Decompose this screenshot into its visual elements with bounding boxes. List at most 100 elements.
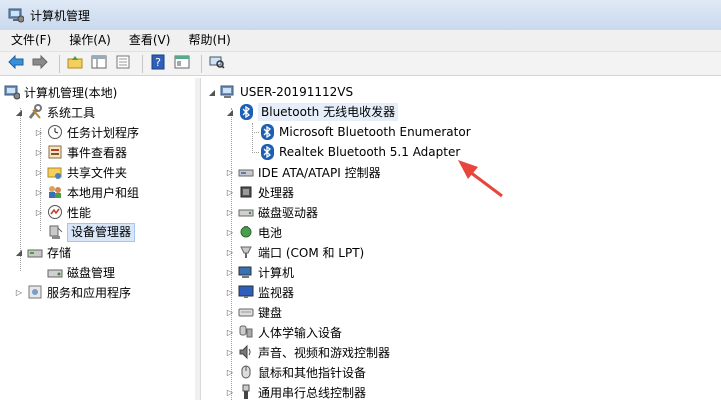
tree-item-root-computer[interactable]: ◢ USER-20191112VS	[207, 82, 353, 102]
collapse-icon[interactable]: ◢	[14, 242, 24, 262]
tree-item-label: 端口 (COM 和 LPT)	[258, 245, 365, 260]
menu-action[interactable]: 操作(A)	[62, 30, 118, 51]
expand-icon[interactable]: ▷	[34, 122, 44, 142]
window-title: 计算机管理	[30, 8, 91, 23]
expand-icon[interactable]: ▷	[34, 202, 44, 222]
tree-item-shared-folders[interactable]: ▷ 共享文件夹	[34, 162, 127, 182]
forward-button[interactable]	[30, 54, 50, 74]
tree-item-ports[interactable]: ▷ 端口 (COM 和 LPT)	[225, 242, 364, 262]
computer-management-icon	[4, 84, 20, 100]
tree-item-computer[interactable]: ▷ 计算机	[225, 262, 294, 282]
users-icon	[47, 184, 63, 200]
tree-item-mice[interactable]: ▷ 鼠标和其他指针设备	[225, 362, 366, 382]
tree-item-bluetooth-radios[interactable]: ◢ Bluetooth 无线电收发器	[225, 102, 399, 122]
device-tree[interactable]: ◢ USER-20191112VS ◢ Bluetooth 无线电收发器 Mic…	[200, 78, 721, 400]
tree-item-device-manager[interactable]: 设备管理器	[47, 222, 136, 242]
up-folder-icon	[67, 55, 83, 72]
svg-text:?: ?	[155, 56, 161, 69]
tree-item-monitors[interactable]: ▷ 监视器	[225, 282, 294, 302]
tree-item-label: 人体学输入设备	[258, 325, 343, 340]
tree-item-performance[interactable]: ▷ 性能	[34, 202, 91, 222]
event-viewer-icon	[47, 144, 63, 160]
tree-item-usb-controllers[interactable]: ▷ 通用串行总线控制器	[225, 382, 366, 402]
monitor-icon	[238, 284, 254, 300]
scan-hardware-button[interactable]	[207, 54, 227, 74]
tree-item-keyboards[interactable]: ▷ 键盘	[225, 302, 282, 322]
speaker-icon	[238, 344, 254, 360]
expand-icon[interactable]: ▷	[225, 342, 235, 362]
properties-icon	[174, 55, 190, 72]
back-button[interactable]	[6, 54, 26, 74]
properties-button[interactable]	[172, 54, 192, 74]
tree-item-label: 鼠标和其他指针设备	[258, 365, 367, 380]
tree-item-label: 监视器	[258, 285, 295, 300]
tree-item-local-users[interactable]: ▷ 本地用户和组	[34, 182, 139, 202]
ide-controller-icon	[238, 164, 254, 180]
tree-line	[252, 123, 253, 153]
port-icon	[238, 244, 254, 260]
tree-item-label: 性能	[67, 205, 92, 220]
device-manager-icon	[47, 224, 63, 240]
expand-icon[interactable]: ▷	[225, 362, 235, 382]
tree-item-ide-controllers[interactable]: ▷ IDE ATA/ATAPI 控制器	[225, 162, 381, 182]
tree-item-sound-video[interactable]: ▷ 声音、视频和游戏控制器	[225, 342, 390, 362]
export-button[interactable]	[113, 54, 133, 74]
expand-icon[interactable]: ▷	[34, 162, 44, 182]
expand-icon[interactable]: ▷	[14, 282, 24, 302]
expand-icon[interactable]: ▷	[225, 302, 235, 322]
expand-icon[interactable]: ▷	[225, 242, 235, 262]
back-icon	[8, 54, 24, 72]
expand-icon[interactable]: ▷	[225, 322, 235, 342]
export-icon	[115, 55, 131, 72]
tree-item-system-tools[interactable]: ◢ 系统工具	[14, 102, 95, 122]
expand-icon[interactable]: ▷	[225, 162, 235, 182]
tree-item-event-viewer[interactable]: ▷ 事件查看器	[34, 142, 127, 162]
tree-item-label: 存储	[47, 245, 72, 260]
expand-icon[interactable]: ▷	[34, 142, 44, 162]
title-bar: 计算机管理	[0, 0, 721, 30]
tree-item-label: IDE ATA/ATAPI 控制器	[258, 165, 381, 180]
tree-item-label: 磁盘驱动器	[258, 205, 319, 220]
tree-item-hid[interactable]: ▷ 人体学输入设备	[225, 322, 342, 342]
tree-item-ms-bluetooth-enumerator[interactable]: Microsoft Bluetooth Enumerator	[259, 122, 471, 142]
expand-icon[interactable]: ▷	[225, 382, 235, 402]
tree-item-label: USER-20191112VS	[240, 85, 354, 99]
expand-icon[interactable]: ▷	[225, 182, 235, 202]
expand-icon[interactable]: ▷	[225, 282, 235, 302]
clock-icon	[47, 124, 63, 140]
expand-icon[interactable]: ▷	[225, 202, 235, 222]
up-button[interactable]	[65, 54, 85, 74]
toolbar-separator	[59, 54, 60, 73]
collapse-icon[interactable]: ◢	[225, 102, 235, 122]
help-button[interactable]: ?	[148, 54, 168, 74]
disk-drive-icon	[238, 204, 254, 220]
toolbar: ?	[0, 52, 721, 76]
tree-item-services-apps[interactable]: ▷ 服务和应用程序	[14, 282, 131, 302]
tree-item-computer-management[interactable]: 计算机管理(本地)	[4, 82, 117, 102]
tree-item-label: Microsoft Bluetooth Enumerator	[279, 125, 471, 139]
tree-item-realtek-bluetooth-adapter[interactable]: Realtek Bluetooth 5.1 Adapter	[259, 142, 460, 162]
tree-item-storage[interactable]: ◢ 存储	[14, 242, 71, 262]
menu-view[interactable]: 查看(V)	[122, 30, 178, 51]
tree-item-label: 通用串行总线控制器	[258, 385, 367, 400]
help-icon: ?	[150, 54, 166, 73]
computer-management-icon	[8, 7, 25, 23]
tree-item-batteries[interactable]: ▷ 电池	[225, 222, 282, 242]
expand-icon[interactable]: ▷	[34, 182, 44, 202]
collapse-icon[interactable]: ◢	[207, 82, 217, 102]
hid-icon	[238, 324, 254, 340]
tree-item-label: Bluetooth 无线电收发器	[258, 103, 399, 121]
expand-icon[interactable]: ▷	[225, 262, 235, 282]
menu-help[interactable]: 帮助(H)	[181, 30, 237, 51]
tree-item-processors[interactable]: ▷ 处理器	[225, 182, 294, 202]
tree-item-disk-management[interactable]: 磁盘管理	[47, 262, 115, 282]
expand-icon[interactable]: ▷	[225, 222, 235, 242]
tree-item-disk-drives[interactable]: ▷ 磁盘驱动器	[225, 202, 318, 222]
console-tree[interactable]: 计算机管理(本地) ◢ 系统工具 ▷ 任务计划程序 ▷ 事件查看器 ▷ 共享文件…	[0, 78, 196, 400]
menu-file[interactable]: 文件(F)	[4, 30, 58, 51]
show-tree-icon	[91, 55, 107, 72]
collapse-icon[interactable]: ◢	[14, 102, 24, 122]
tree-item-task-scheduler[interactable]: ▷ 任务计划程序	[34, 122, 139, 142]
show-tree-button[interactable]	[89, 54, 109, 74]
computer-icon	[238, 264, 254, 280]
